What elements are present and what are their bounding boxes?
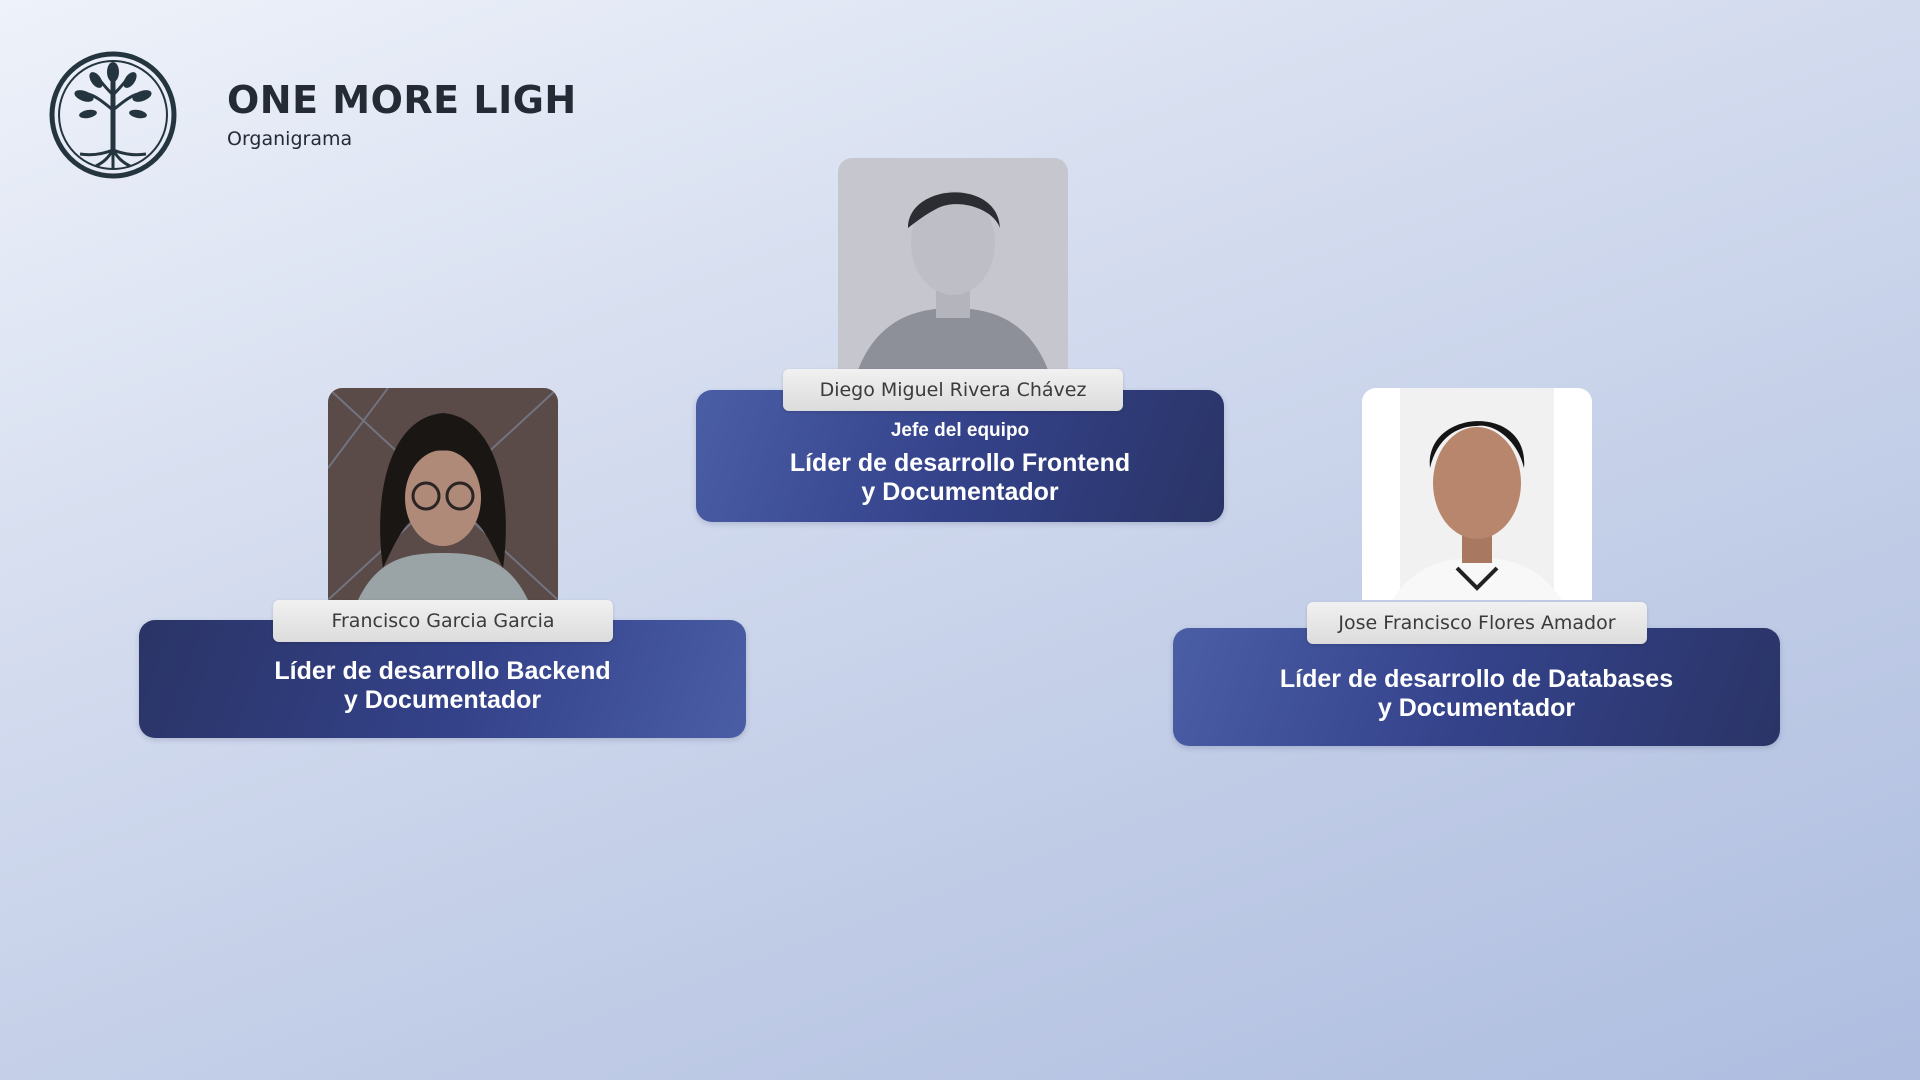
leader-team-tag: Jefe del equipo: [890, 420, 1030, 441]
databases-role-card: Líder de desarrollo de Databases y Docum…: [1173, 628, 1780, 746]
leader-role-line2: y Documentador: [861, 478, 1059, 506]
backend-role-line2: y Documentador: [343, 686, 542, 714]
backend-role-line1: Líder de desarrollo Backend: [274, 657, 611, 685]
databases-name: Jose Francisco Flores Amador: [1307, 602, 1647, 644]
databases-photo: [1362, 388, 1592, 600]
leader-photo: [838, 158, 1068, 370]
databases-role-line1: Líder de desarrollo de Databases: [1279, 665, 1674, 693]
page-subtitle: Organigrama: [227, 128, 353, 150]
leader-role-line1: Líder de desarrollo Frontend: [789, 449, 1131, 477]
tree-logo-icon: [48, 50, 178, 180]
leader-name: Diego Miguel Rivera Chávez: [783, 369, 1123, 411]
databases-role-line2: y Documentador: [1377, 694, 1576, 722]
app-title: ONE MORE LIGH: [227, 78, 577, 122]
backend-name: Francisco Garcia Garcia: [273, 600, 613, 642]
backend-photo: [328, 388, 558, 600]
